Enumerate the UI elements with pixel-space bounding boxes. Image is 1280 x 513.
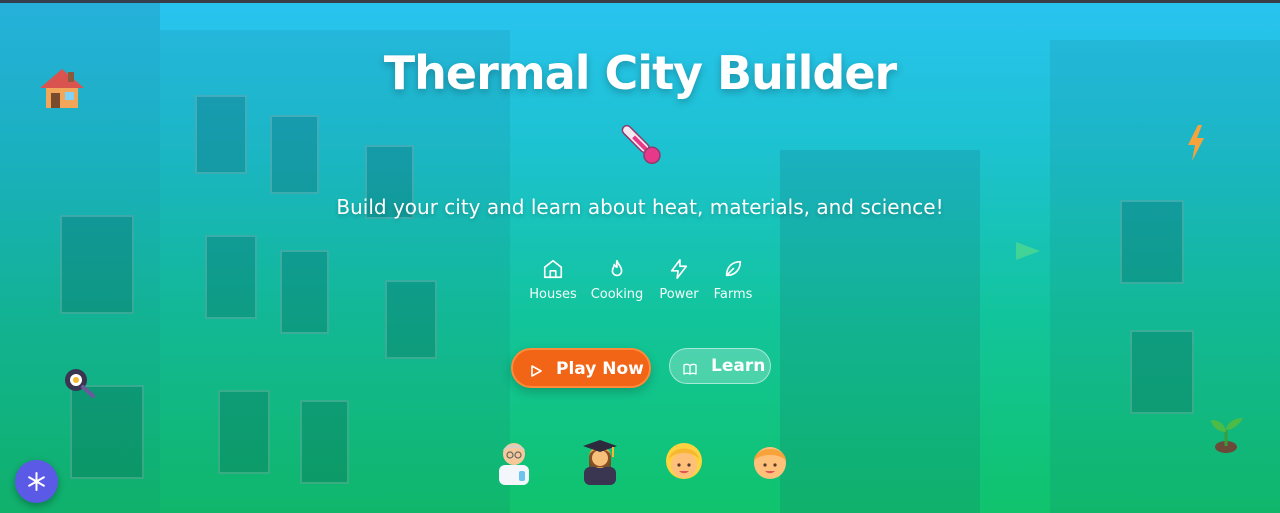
lightning-icon [1186, 125, 1206, 165]
graduate-icon [575, 437, 625, 487]
play-icon [530, 362, 542, 382]
leaf-icon [725, 260, 742, 277]
learn-button[interactable]: Learn [669, 348, 771, 384]
seedling-icon [1207, 414, 1247, 458]
learn-label: Learn [711, 356, 766, 376]
home-icon [543, 259, 563, 279]
book-icon [683, 360, 697, 380]
flame-icon [611, 259, 623, 277]
topic-label: Power [659, 287, 699, 302]
boy-icon [745, 437, 795, 487]
topic-houses: Houses [523, 258, 583, 302]
topics-row: Houses Cooking Power Farms [525, 258, 765, 314]
top-border [0, 0, 1280, 3]
scientist-icon [489, 437, 539, 487]
page-title: Thermal City Builder [383, 46, 897, 100]
hero-section: Thermal City Builder Build your city and… [0, 0, 1280, 513]
flag-shape [1014, 240, 1042, 266]
child-icon [659, 437, 709, 487]
lightning-icon [670, 259, 688, 279]
topic-label: Farms [713, 287, 753, 302]
topic-label: Houses [529, 287, 577, 302]
topic-farms: Farms [703, 258, 763, 302]
page-subtitle: Build your city and learn about heat, ma… [336, 195, 944, 219]
thermometer-icon [617, 122, 665, 168]
topic-power: Power [649, 258, 709, 302]
topic-label: Cooking [590, 287, 644, 302]
frying-pan-icon [64, 368, 96, 402]
play-now-label: Play Now [556, 359, 644, 379]
play-now-button[interactable]: Play Now [511, 348, 651, 388]
topic-cooking: Cooking [587, 258, 647, 302]
snowflake-icon [28, 472, 45, 491]
floating-action-button[interactable] [15, 460, 58, 503]
